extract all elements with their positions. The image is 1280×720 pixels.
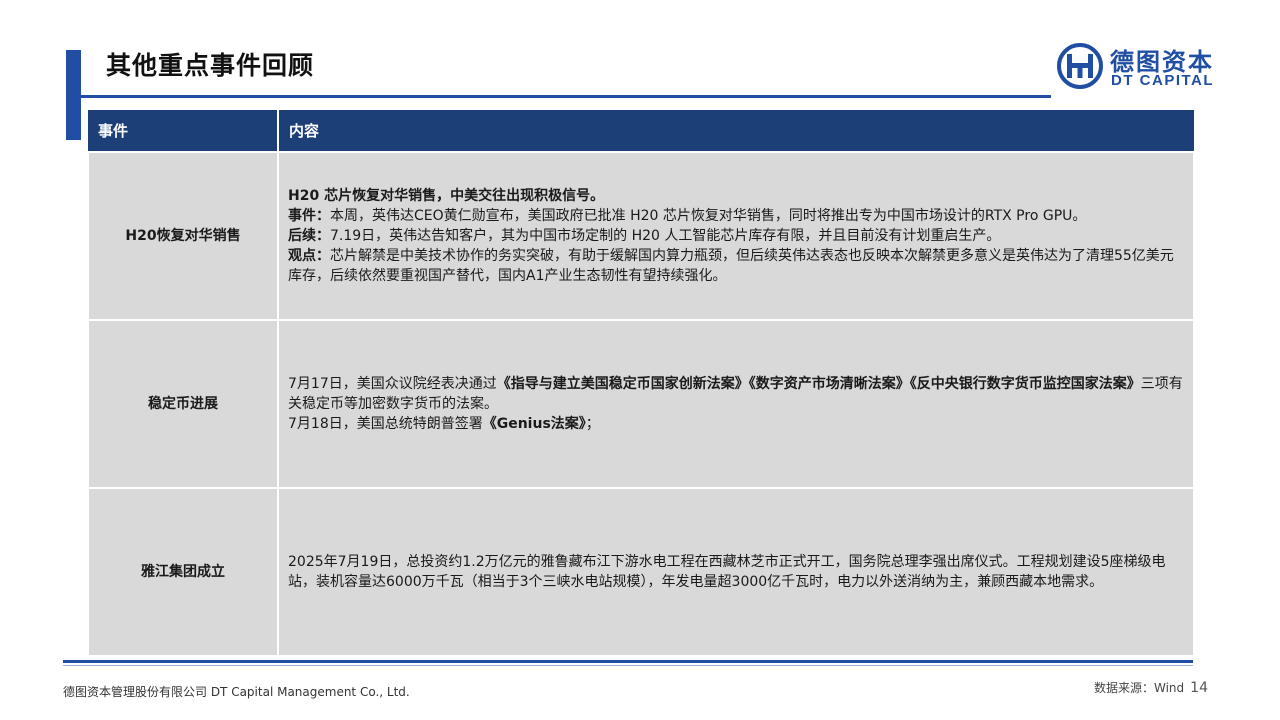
logo-name-en: DT CAPITAL [1111,72,1215,89]
table-row-stablecoin: 稳定币进展 7月17日，美国众议院经表决通过《指导与建立美国稳定币国家创新法案》… [87,319,1195,489]
data-source: 数据来源：Wind [1094,681,1185,695]
title-accent-bar [66,50,81,140]
footer-source: 数据来源：Wind 14 [1094,679,1208,696]
event-content: 2025年7月19日，总投资约1.2万亿元的雅鲁藏布江下游水电工程在西藏林芝市正… [277,487,1195,657]
column-header-event: 事件 [88,110,279,152]
event-content: 7月17日，美国众议院经表决通过《指导与建立美国稳定币国家创新法案》《数字资产市… [277,319,1195,489]
event-name: 稳定币进展 [87,319,279,489]
event-content: H20 芯片恢复对华销售，中美交往出现积极信号。 事件：本周，英伟达CEO黄仁勋… [277,151,1195,321]
item-label: 事件： [288,208,330,224]
footer-company: 德图资本管理股份有限公司 DT Capital Management Co., … [63,685,410,699]
item-label: 观点： [288,248,330,264]
content-item-followup: 后续：7.19日，英伟达告知客户，其为中国市场定制的 H20 人工智能芯片库存有… [288,226,1185,246]
item-text: 7.19日，英伟达告知客户，其为中国市场定制的 H20 人工智能芯片库存有限，并… [330,228,1001,244]
text-prefix: 7月17日，美国众议院经表决通过 [288,376,497,392]
footer-divider [63,660,1193,663]
dt-logo-icon [1057,43,1103,89]
item-label: 后续： [288,228,330,244]
content-item-view: 观点：芯片解禁是中美技术协作的务实突破，有助于缓解国内算力瓶颈，但后续英伟达表态… [288,246,1185,286]
item-text: 芯片解禁是中美技术协作的务实突破，有助于缓解国内算力瓶颈，但后续英伟达表态也反映… [288,248,1174,284]
footer-divider-thin [63,665,1193,666]
content-lead: H20 芯片恢复对华销售，中美交往出现积极信号。 [288,188,605,204]
item-text: 本周，英伟达CEO黄仁勋宣布，美国政府已批准 H20 芯片恢复对华销售，同时将推… [330,208,1087,224]
page-title: 其他重点事件回顾 [106,51,315,80]
content-paragraph: 7月17日，美国众议院经表决通过《指导与建立美国稳定币国家创新法案》《数字资产市… [288,374,1185,414]
company-logo: 德图资本 DT CAPITAL [1056,42,1226,92]
table-header-row: 事件 内容 [88,110,1194,152]
events-table: 事件 内容 H20恢复对华销售 H20 芯片恢复对华销售，中美交往出现积极信号。… [87,110,1195,657]
bill-names: 《指导与建立美国稳定币国家创新法案》《数字资产市场清晰法案》《反中央银行数字货币… [496,376,1141,392]
event-name: 雅江集团成立 [87,487,279,657]
content-paragraph: 7月18日，美国总统特朗普签署《Genius法案》； [288,414,1185,434]
event-name: H20恢复对华销售 [87,151,279,321]
page-number: 14 [1190,680,1208,696]
content-item-event: 事件：本周，英伟达CEO黄仁勋宣布，美国政府已批准 H20 芯片恢复对华销售，同… [288,206,1185,226]
header-divider [81,95,1051,98]
bill-names: 《Genius法案》 [482,416,586,432]
text-suffix: ； [585,416,600,432]
text-prefix: 7月18日，美国总统特朗普签署 [288,416,483,432]
table-row-h20: H20恢复对华销售 H20 芯片恢复对华销售，中美交往出现积极信号。 事件：本周… [87,151,1195,321]
table-row-yajiang: 雅江集团成立 2025年7月19日，总投资约1.2万亿元的雅鲁藏布江下游水电工程… [87,487,1195,657]
column-header-content: 内容 [278,110,1194,152]
content-paragraph: 2025年7月19日，总投资约1.2万亿元的雅鲁藏布江下游水电工程在西藏林芝市正… [288,554,1166,590]
